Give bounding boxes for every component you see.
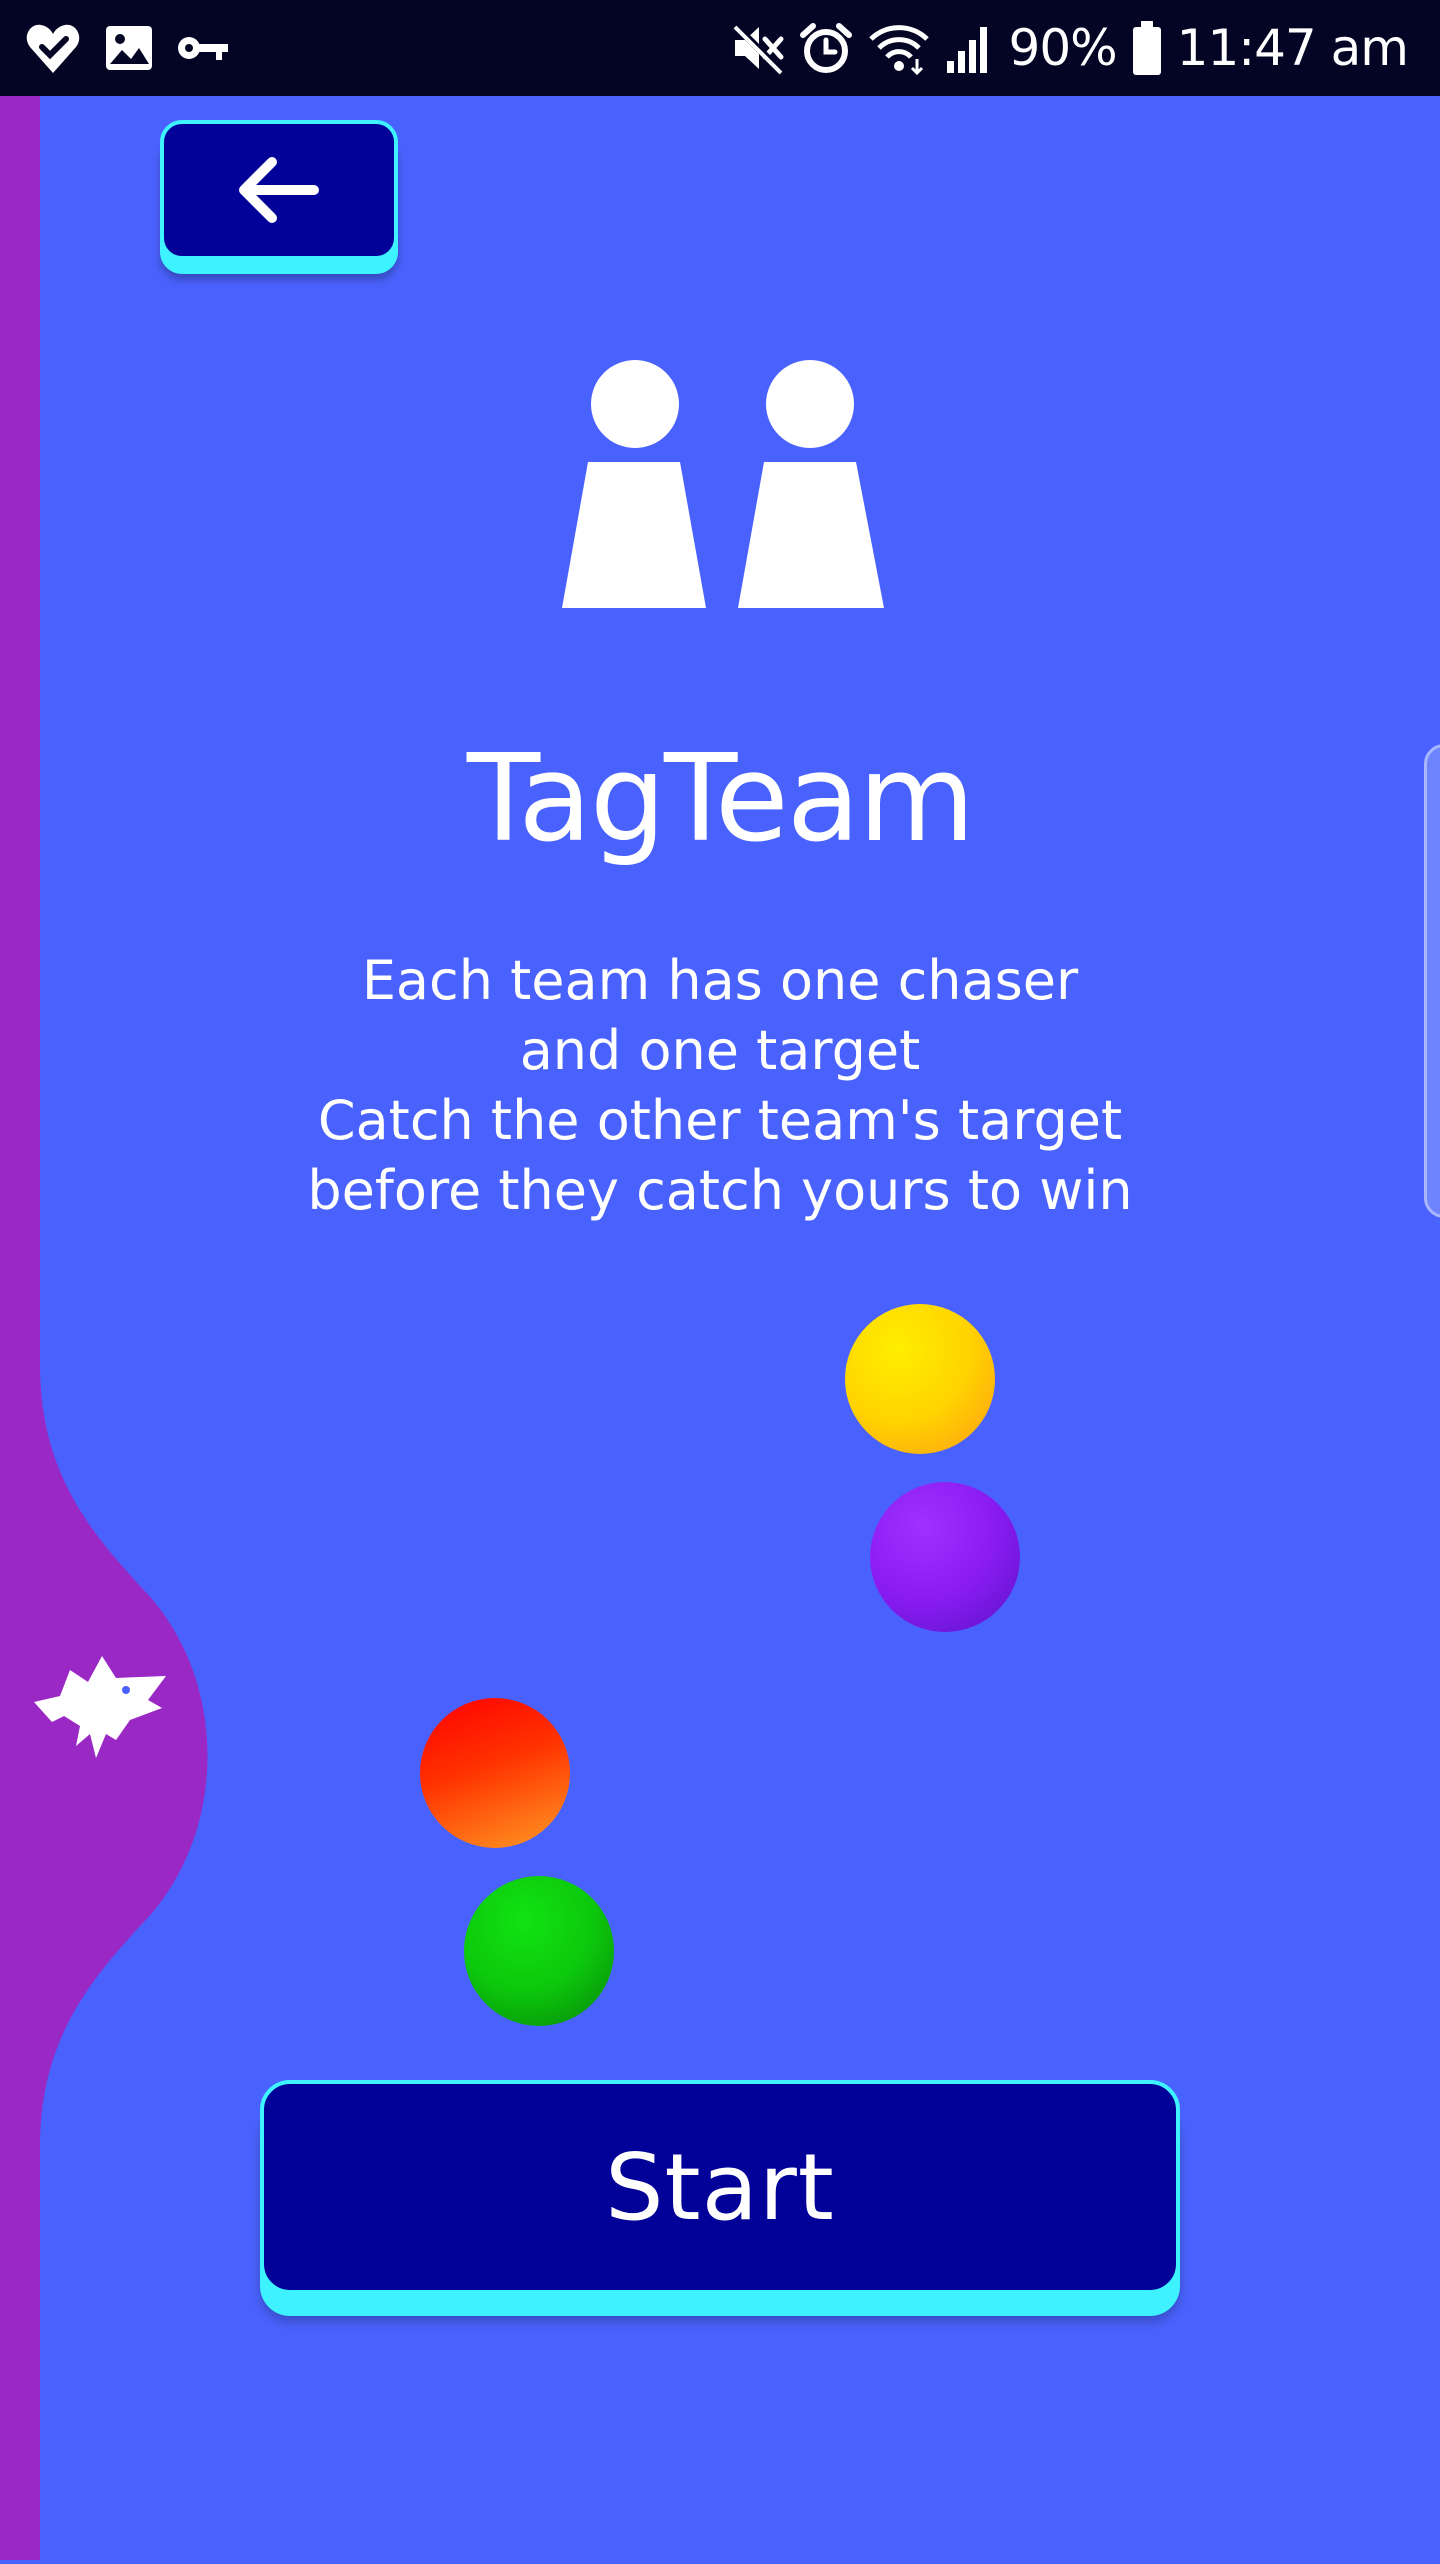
side-drawer-shape: [0, 96, 208, 2560]
game-description: Each team has one chaser and one target …: [220, 946, 1220, 1226]
player-ball-purple[interactable]: [870, 1482, 1020, 1632]
key-icon: [176, 32, 230, 64]
description-line: and one target: [519, 1019, 921, 1082]
player-ball-green[interactable]: [464, 1876, 614, 2026]
description-line: Catch the other team's target: [317, 1089, 1123, 1152]
arrow-left-icon: [239, 157, 319, 223]
mute-icon: [730, 21, 785, 75]
battery-percent: 90%: [1008, 19, 1118, 77]
status-bar: 90% 11:47 am: [0, 0, 1440, 96]
status-right-icons: 90% 11:47 am: [730, 10, 1409, 86]
battery-icon: [1131, 19, 1163, 77]
image-icon: [104, 24, 154, 72]
two-players-icon: [560, 360, 890, 612]
wolf-icon[interactable]: [30, 1648, 170, 1764]
start-button[interactable]: Start: [260, 2080, 1180, 2294]
player-ball-yellow[interactable]: [845, 1304, 995, 1454]
alarm-icon: [799, 21, 853, 75]
side-drawer[interactable]: [0, 96, 210, 2560]
description-line: Each team has one chaser: [361, 949, 1079, 1012]
start-button-label: Start: [605, 2133, 835, 2241]
wifi-icon: [867, 21, 931, 75]
game-title: TagTeam: [466, 730, 975, 869]
description-line: before they catch yours to win: [307, 1159, 1133, 1222]
signal-icon: [945, 21, 995, 75]
back-button[interactable]: [160, 120, 398, 260]
player-ball-red[interactable]: [420, 1698, 570, 1848]
clock: 11:47 am: [1176, 19, 1409, 77]
status-left-icons: [24, 16, 230, 80]
heart-check-icon: [24, 19, 82, 77]
